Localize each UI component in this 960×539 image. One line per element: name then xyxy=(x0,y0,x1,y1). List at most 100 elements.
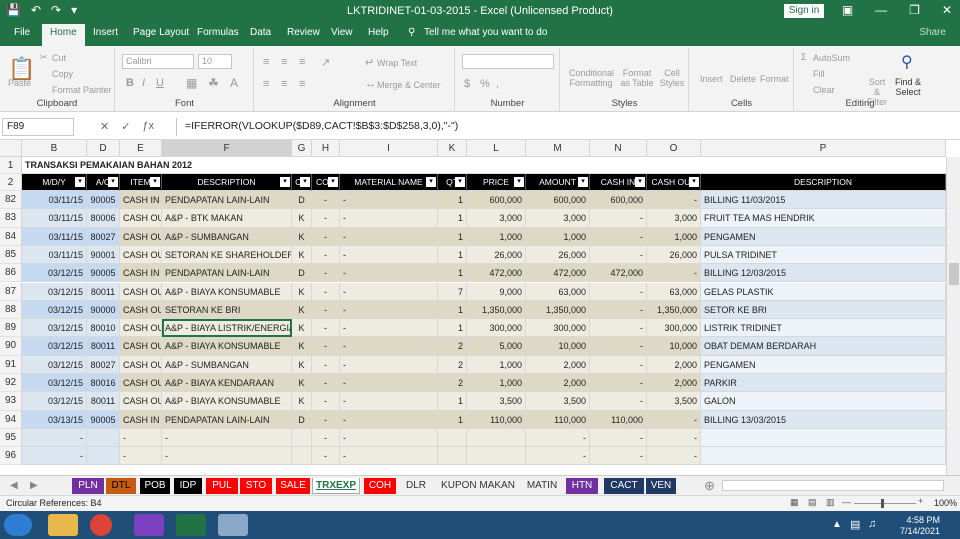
tab-home[interactable]: Home xyxy=(42,24,85,46)
cell-i83[interactable]: - xyxy=(340,209,438,228)
cell-m90[interactable]: 10,000 xyxy=(526,337,590,356)
currency-icon[interactable]: $ xyxy=(464,78,470,90)
cell-p94[interactable]: BILLING 13/03/2015 xyxy=(701,410,946,429)
cell-h85[interactable]: - xyxy=(312,245,340,265)
cell-g92[interactable]: K xyxy=(292,374,312,393)
cell-m93[interactable]: 3,500 xyxy=(526,392,590,411)
fill-button[interactable]: Fill xyxy=(813,69,825,79)
sheet-tab-ven[interactable]: VEN xyxy=(646,478,676,494)
cell-g90[interactable]: K xyxy=(292,337,312,356)
cell-p85[interactable]: PULSA TRIDINET xyxy=(701,245,946,265)
column-header-g[interactable]: G xyxy=(292,140,312,157)
font-size-dropdown[interactable]: 10 xyxy=(198,54,232,69)
cell-m89[interactable]: 300,000 xyxy=(526,319,590,338)
column-header-k[interactable]: K xyxy=(438,140,467,157)
scroll-thumb[interactable] xyxy=(949,263,959,285)
cell-f87[interactable]: A&P - BIAYA KONSUMABLE xyxy=(162,282,292,301)
cell-m86[interactable]: 472,000 xyxy=(526,264,590,283)
cell-p84[interactable]: PENGAMEN xyxy=(701,227,946,246)
cell-k93[interactable]: 1 xyxy=(438,392,467,411)
cell-f86[interactable]: PENDAPATAN LAIN-LAIN xyxy=(162,264,292,283)
cell-e95[interactable]: - xyxy=(120,428,162,448)
tab-view[interactable]: View xyxy=(331,27,353,38)
sheet-tab-pln[interactable]: PLN xyxy=(72,478,104,494)
cell-e85[interactable]: CASH OUT xyxy=(120,245,162,265)
cell-h94[interactable]: - xyxy=(312,410,340,429)
sheet-tab-trxexp[interactable]: TRXEXP xyxy=(312,478,360,494)
align-bottom-icon[interactable]: ≡ xyxy=(299,56,305,68)
cell-i93[interactable]: - xyxy=(340,392,438,411)
cell-f93[interactable]: A&P - BIAYA KONSUMABLE xyxy=(162,392,292,411)
cell-i90[interactable]: - xyxy=(340,337,438,356)
format-cells-button[interactable]: Format xyxy=(760,74,789,84)
cell-n96[interactable]: - xyxy=(590,447,647,466)
cell-f85[interactable]: SETORAN KE SHAREHOLDER xyxy=(162,245,292,265)
cell-p92[interactable]: PARKIR xyxy=(701,374,946,393)
number-format-dropdown[interactable] xyxy=(462,54,554,69)
cell-m96[interactable]: - xyxy=(526,447,590,466)
orientation-icon[interactable]: ↗ xyxy=(321,56,330,69)
cell-m88[interactable]: 1,350,000 xyxy=(526,300,590,320)
cell-o90[interactable]: 10,000 xyxy=(647,337,701,356)
cell-o87[interactable]: 63,000 xyxy=(647,282,701,301)
font-color-icon[interactable]: A xyxy=(230,76,238,90)
row-header-84[interactable]: 84 xyxy=(0,227,22,246)
cell-m91[interactable]: 2,000 xyxy=(526,355,590,374)
conditional-formatting-button[interactable]: Conditional Formatting xyxy=(569,68,614,88)
cell-o89[interactable]: 300,000 xyxy=(647,319,701,338)
media-player-icon[interactable] xyxy=(134,514,164,536)
cell-o95[interactable]: - xyxy=(647,428,701,448)
cell-n83[interactable]: - xyxy=(590,209,647,228)
cell-b95[interactable]: - xyxy=(22,428,87,448)
cell-i89[interactable]: - xyxy=(340,319,438,338)
cell-o91[interactable]: 2,000 xyxy=(647,355,701,374)
row-header-96[interactable]: 96 xyxy=(0,447,22,466)
sheet-tab-pul[interactable]: PUL xyxy=(206,478,238,494)
cell-n86[interactable]: 472,000 xyxy=(590,264,647,283)
cell-p90[interactable]: OBAT DEMAM BERDARAH xyxy=(701,337,946,356)
excel-icon[interactable] xyxy=(176,514,206,536)
name-box[interactable]: F89 xyxy=(2,118,74,136)
row-header-85[interactable]: 85 xyxy=(0,245,22,265)
cut-button[interactable]: Cut xyxy=(52,53,66,63)
column-header-i[interactable]: I xyxy=(340,140,438,157)
row-header-82[interactable]: 82 xyxy=(0,191,22,210)
cell-m95[interactable]: - xyxy=(526,428,590,448)
cell-p95[interactable] xyxy=(701,428,946,448)
row-header-87[interactable]: 87 xyxy=(0,282,22,301)
cell-k88[interactable]: 1 xyxy=(438,300,467,320)
cell-e92[interactable]: CASH OUT xyxy=(120,374,162,393)
copy-button[interactable]: Copy xyxy=(52,69,73,79)
cell-g96[interactable] xyxy=(292,447,312,466)
row-header-94[interactable]: 94 xyxy=(0,410,22,429)
cell-i88[interactable]: - xyxy=(340,300,438,320)
cell-g94[interactable]: D xyxy=(292,410,312,429)
wrap-text-icon[interactable]: ↵ xyxy=(365,56,374,69)
cell-k87[interactable]: 7 xyxy=(438,282,467,301)
filter-dropdown-icon[interactable]: ▾ xyxy=(300,177,310,187)
cell-h91[interactable]: - xyxy=(312,355,340,374)
cell-n94[interactable]: 110,000 xyxy=(590,410,647,429)
sheet-tab-pob[interactable]: POB xyxy=(140,478,170,494)
cell-l85[interactable]: 26,000 xyxy=(467,245,526,265)
cell-o94[interactable]: - xyxy=(647,410,701,429)
row-header-90[interactable]: 90 xyxy=(0,337,22,356)
cell-k91[interactable]: 2 xyxy=(438,355,467,374)
filter-dropdown-icon[interactable]: ▾ xyxy=(578,177,588,187)
align-top-icon[interactable]: ≡ xyxy=(263,56,269,68)
close-icon[interactable]: ✕ xyxy=(942,3,952,17)
borders-icon[interactable]: ▦ xyxy=(186,76,197,90)
cell-b91[interactable]: 03/12/15 xyxy=(22,355,87,374)
cell-e90[interactable]: CASH OUT xyxy=(120,337,162,356)
cell-g83[interactable]: K xyxy=(292,209,312,228)
cell-g88[interactable]: K xyxy=(292,300,312,320)
paste-button[interactable]: Paste xyxy=(8,78,31,88)
bold-button[interactable]: B xyxy=(126,77,134,89)
fill-color-icon[interactable]: ☘ xyxy=(208,76,219,90)
cell-i96[interactable]: - xyxy=(340,447,438,466)
filter-dropdown-icon[interactable]: ▾ xyxy=(75,177,85,187)
horizontal-scrollbar[interactable] xyxy=(722,480,944,491)
cell-e83[interactable]: CASH OUT xyxy=(120,209,162,228)
cell-h86[interactable]: - xyxy=(312,264,340,283)
cell-d95[interactable] xyxy=(87,428,120,448)
